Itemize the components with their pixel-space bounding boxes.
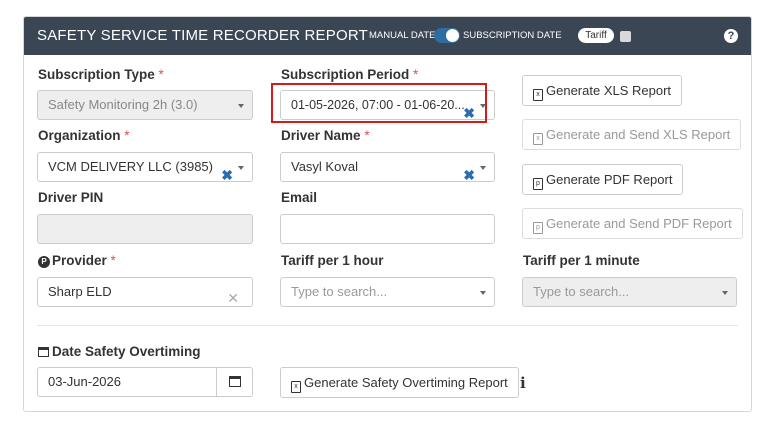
generate-send-xls-button[interactable]: x Generate and Send XLS Report <box>522 119 742 150</box>
email-label: Email <box>281 190 318 205</box>
help-icon[interactable]: ? <box>724 29 738 43</box>
organization-label: Organization * <box>38 128 130 143</box>
tariff-badge: Tariff <box>578 28 614 43</box>
calendar-icon <box>229 376 241 387</box>
subscription-date-label: SUBSCRIPTION DATE <box>463 30 562 41</box>
driver-name-label: Driver Name * <box>281 128 370 143</box>
tariff-hour-label: Tariff per 1 hour <box>281 253 384 268</box>
highlight-box <box>271 83 487 123</box>
driver-pin-label: Driver PIN <box>38 190 104 205</box>
clear-icon[interactable]: ✖ <box>221 161 233 181</box>
section-divider <box>37 325 738 326</box>
clear-icon[interactable]: ✕ <box>227 284 239 306</box>
email-field[interactable] <box>280 214 495 244</box>
calendar-icon <box>38 347 49 357</box>
panel-header: SAFETY SERVICE TIME RECORDER REPORT MANU… <box>24 17 751 55</box>
subscription-period-label: Subscription Period * <box>281 67 419 82</box>
provider-icon: P <box>38 256 50 268</box>
clear-icon[interactable]: ✖ <box>463 161 475 181</box>
tariff-hour-select[interactable]: Type to search... <box>280 277 495 307</box>
tariff-checkbox[interactable] <box>620 31 631 42</box>
provider-select[interactable]: Sharp ELD ✕ <box>37 277 253 307</box>
chevron-down-icon <box>238 104 244 108</box>
generate-send-pdf-button[interactable]: p Generate and Send PDF Report <box>522 208 743 239</box>
tariff-minute-select[interactable]: Type to search... <box>522 277 737 307</box>
chevron-down-icon <box>480 166 486 170</box>
chevron-down-icon <box>722 291 728 295</box>
date-overtiming-label: Date Safety Overtiming <box>38 344 201 359</box>
chevron-down-icon <box>238 166 244 170</box>
subscription-type-select[interactable]: Safety Monitoring 2h (3.0) <box>37 90 253 120</box>
driver-name-select[interactable]: Vasyl Koval ✖ <box>280 152 495 182</box>
date-mode-toggle[interactable] <box>434 28 460 43</box>
xls-file-icon: x <box>533 89 543 101</box>
xls-file-icon: x <box>533 133 543 145</box>
page-title: SAFETY SERVICE TIME RECORDER REPORT <box>37 27 368 44</box>
tariff-minute-label: Tariff per 1 minute <box>523 253 640 268</box>
subscription-type-label: Subscription Type * <box>38 67 164 82</box>
toggle-knob <box>446 29 459 42</box>
xls-file-icon: x <box>291 381 301 393</box>
chevron-down-icon <box>480 291 486 295</box>
generate-pdf-button[interactable]: p Generate PDF Report <box>522 164 684 195</box>
provider-label: P Provider * <box>38 253 116 268</box>
generate-overtiming-button[interactable]: x Generate Safety Overtiming Report <box>280 367 519 398</box>
info-icon[interactable]: i <box>520 374 526 392</box>
generate-xls-button[interactable]: x Generate XLS Report <box>522 75 683 106</box>
driver-pin-field[interactable] <box>37 214 253 244</box>
pdf-file-icon: p <box>533 222 543 234</box>
pdf-file-icon: p <box>533 178 543 190</box>
date-overtiming-input[interactable]: 03-Jun-2026 <box>37 367 217 397</box>
calendar-button[interactable] <box>216 367 253 397</box>
organization-select[interactable]: VCM DELIVERY LLC (3985) ✖ <box>37 152 253 182</box>
manual-date-label: MANUAL DATE <box>369 30 436 41</box>
